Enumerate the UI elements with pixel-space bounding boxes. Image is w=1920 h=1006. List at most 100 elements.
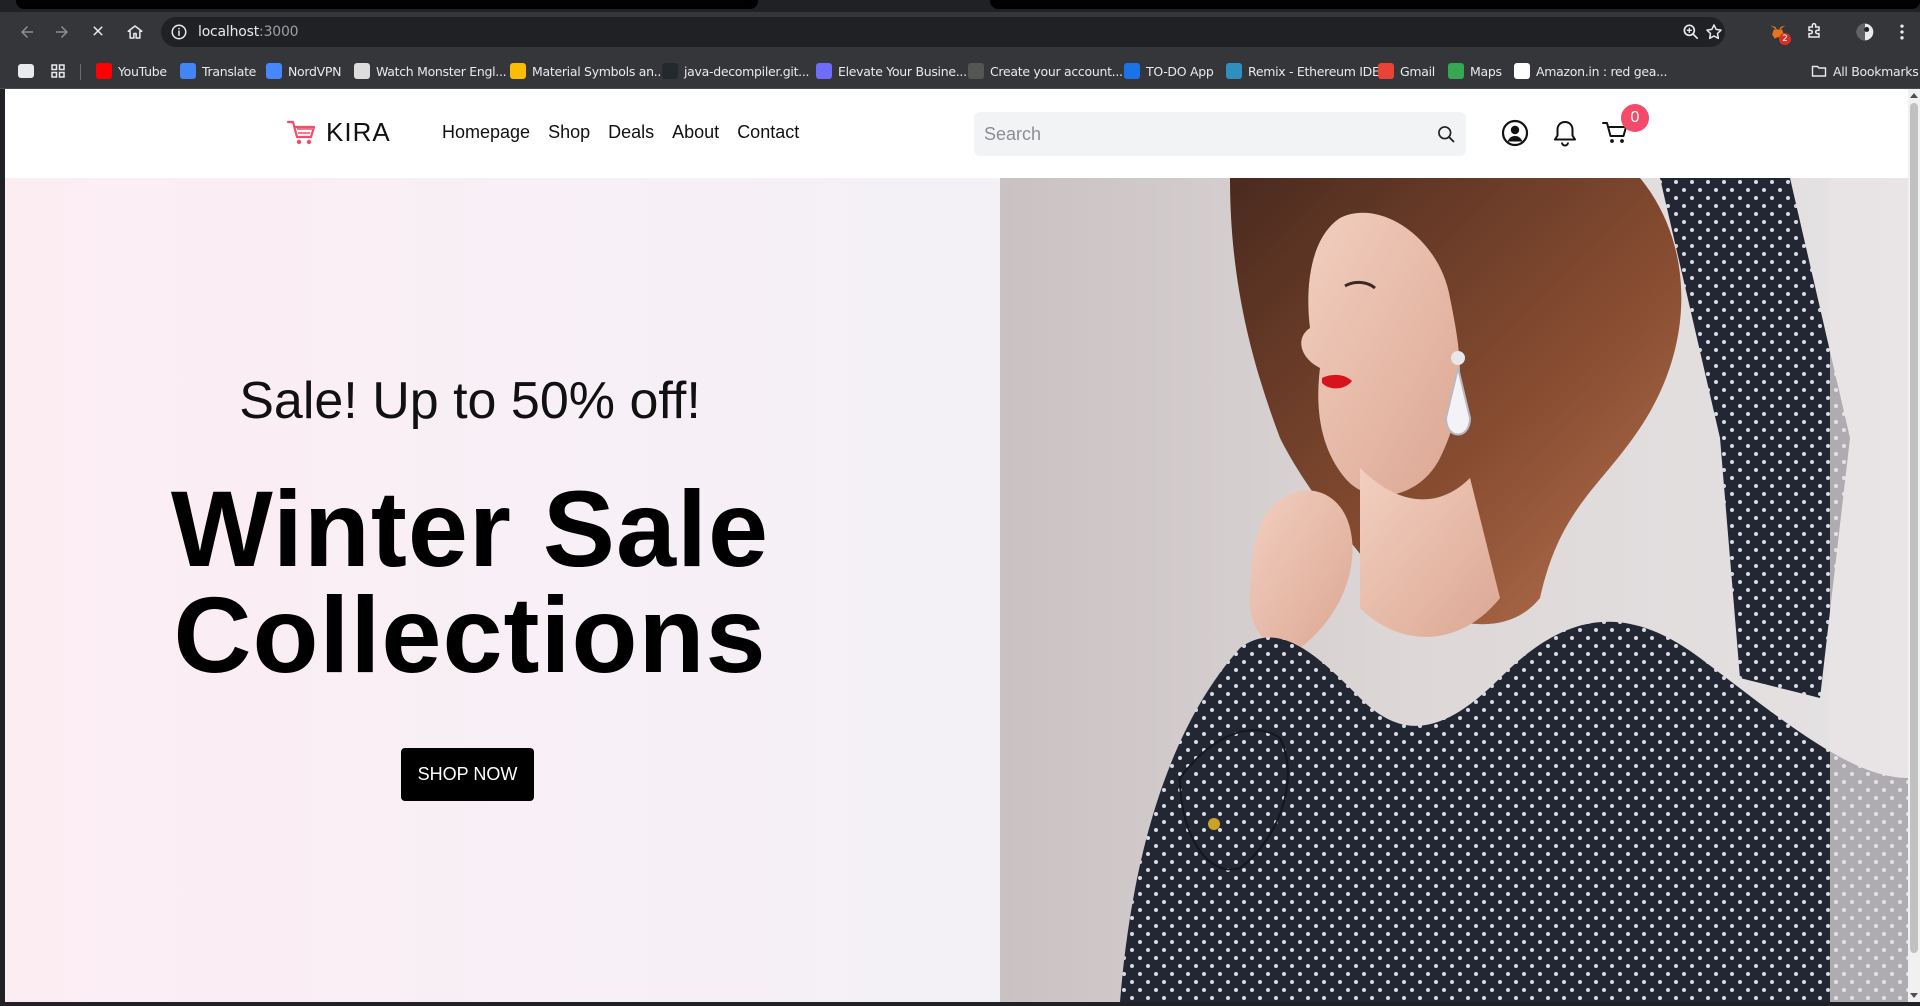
url-text[interactable]: localhost:3000 [198,24,299,40]
tab-active[interactable] [16,0,758,9]
hero-banner: Sale! Up to 50% off! Winter Sale Collect… [5,178,1908,1002]
bookmark-item[interactable]: Translate [180,61,256,81]
folder-icon [1811,65,1827,77]
kebab-menu-icon [1900,24,1904,40]
back-button[interactable] [13,18,41,46]
bookmark-label: Watch Monster Engl... [376,63,507,79]
stop-loading-button[interactable] [84,18,112,46]
translate-icon [180,63,196,79]
forward-button[interactable] [48,18,76,46]
monster-icon [354,63,370,79]
shop-now-button[interactable]: SHOP NOW [401,748,534,801]
bookmark-label: java-decompiler.git... [684,63,810,79]
bookmark-label: Amazon.in : red gea... [1536,63,1668,79]
nav-deals[interactable]: Deals [608,122,654,143]
url-port: :3000 [259,24,299,40]
material-icon [510,63,526,79]
scrollbar-thumb[interactable] [1910,103,1918,953]
hero-subtitle: Sale! Up to 50% off! [239,372,701,430]
bookmark-item[interactable]: Create your account... [968,61,1123,81]
bookmark-label: Maps [1470,63,1502,79]
user-profile-icon[interactable] [1501,119,1529,147]
nav-shop[interactable]: Shop [548,122,590,143]
page-scrollbar[interactable] [1908,89,1920,1002]
all-bookmarks-folder[interactable]: All Bookmarks [1811,61,1919,81]
todo-icon [1124,63,1140,79]
bookmark-item[interactable]: Material Symbols an... [510,61,665,81]
window-bottom-edge [0,1002,1920,1006]
arrow-right-icon [56,26,68,38]
bookmark-label: Elevate Your Busine... [838,63,967,79]
search-box [974,112,1466,156]
browser-chrome: localhost:3000 2 YouTube Translate NordVPN… [0,0,1920,89]
extensions-button[interactable] [1802,20,1826,44]
nav-about[interactable]: About [672,122,719,143]
bookmark-item[interactable]: Maps [1448,61,1502,81]
window-icon [18,64,34,78]
scroll-up-arrow[interactable] [1910,93,1918,98]
nav-contact[interactable]: Contact [737,122,799,143]
bookmarks-bar: YouTube Translate NordVPN Watch Monster Eng… [0,52,1920,89]
notification-bell-icon[interactable] [1551,119,1579,147]
bookmark-item[interactable]: Gmail [1378,61,1435,81]
main-nav: Homepage Shop Deals About Contact [442,122,799,143]
model-photo-illustration [1120,178,1908,1002]
puzzle-icon [1808,22,1820,38]
youtube-icon [96,63,112,79]
home-button[interactable] [121,18,149,46]
bookmark-item[interactable]: YouTube [96,61,167,81]
address-bar[interactable]: localhost:3000 [161,17,1725,47]
tab-inactive[interactable] [990,0,1920,9]
apps-grid-icon [51,64,65,78]
bookmark-item[interactable]: Elevate Your Busine... [816,61,967,81]
side-panel-button[interactable] [18,61,34,81]
hero-title-line-2: Collections [173,574,767,695]
bookmark-label: YouTube [118,63,167,79]
hero-title: Winter Sale Collections [5,468,935,695]
bookmark-item[interactable]: Watch Monster Engl... [354,61,507,81]
gmail-icon [1378,63,1394,79]
bookmarks-separator [80,64,81,80]
shopping-cart-logo-icon [286,120,316,144]
remix-icon [1226,63,1242,79]
hero-title-line-1: Winter Sale [170,468,770,589]
bookmark-label: TO-DO App [1146,63,1214,79]
maps-icon [1448,63,1464,79]
extension-metamask[interactable]: 2 [1766,20,1791,45]
star-icon[interactable] [1704,22,1724,42]
info-icon[interactable] [170,23,188,41]
amazon-icon [1514,63,1530,79]
bookmark-item[interactable]: java-decompiler.git... [662,61,809,81]
zoom-icon[interactable] [1681,22,1701,42]
home-icon [127,25,143,39]
profile-button[interactable] [1853,20,1877,44]
logo-text: KIRA [326,117,391,147]
account-icon [968,63,984,79]
apps-button[interactable] [50,61,66,81]
nav-homepage[interactable]: Homepage [442,122,530,143]
avatar-icon [1856,23,1874,41]
bookmark-label: Remix - Ethereum IDE [1248,63,1380,79]
bookmark-item[interactable]: Remix - Ethereum IDE [1226,61,1380,81]
bookmark-label: Material Symbols an... [532,63,665,79]
bookmark-label: Create your account... [990,63,1123,79]
all-bookmarks-label: All Bookmarks [1833,63,1919,79]
menu-button[interactable] [1890,20,1914,44]
bookmark-label: NordVPN [288,63,342,79]
search-input[interactable] [984,112,1424,156]
search-icon[interactable] [1436,124,1456,144]
hero-text-panel: Sale! Up to 50% off! Winter Sale Collect… [5,178,1000,1002]
bookmark-item[interactable]: NordVPN [266,61,342,81]
site-logo[interactable]: KIRA [286,117,391,148]
url-host: localhost [198,24,260,40]
site-header: KIRA Homepage Shop Deals About Contact 0 [5,89,1908,178]
cart-count-badge: 0 [1621,104,1649,132]
scroll-down-arrow[interactable] [1910,993,1918,998]
arrow-left-icon [21,26,33,38]
bookmark-item[interactable]: Amazon.in : red gea... [1514,61,1667,81]
hero-model-photo [1000,178,1908,1002]
diamond-icon [816,63,832,79]
bookmark-label: Translate [202,63,257,79]
bookmark-item[interactable]: TO-DO App [1124,61,1214,81]
github-icon [662,63,678,79]
